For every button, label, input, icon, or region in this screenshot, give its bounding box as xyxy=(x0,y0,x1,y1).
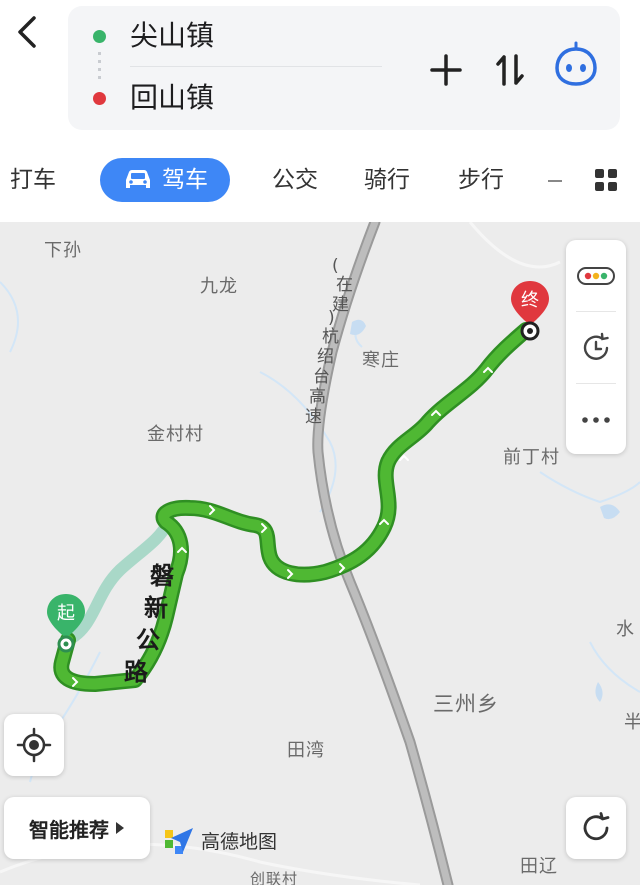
clock-icon xyxy=(583,332,609,360)
road-label-char: 路 xyxy=(124,658,148,686)
map-side-controls xyxy=(566,240,626,454)
destination-field[interactable]: 回山镇 xyxy=(130,80,214,116)
more-icon xyxy=(582,416,610,423)
tab-taxi[interactable]: 打车 xyxy=(10,162,56,198)
road-label-char: 新 xyxy=(144,594,168,622)
car-icon xyxy=(126,170,150,188)
amap-logo: 高德地图 xyxy=(163,824,277,856)
travel-mode-tabs: 打车 驾车 公交 骑行 步行 xyxy=(0,140,640,222)
divider xyxy=(130,66,382,67)
connector-dots xyxy=(98,52,101,82)
place-label: 前丁村 xyxy=(503,447,560,468)
amap-logo-text: 高德地图 xyxy=(201,830,278,853)
smart-recommend-button[interactable]: 智能推荐 xyxy=(4,797,150,859)
amap-logo-icon xyxy=(165,828,193,854)
place-label: 九龙 xyxy=(200,276,238,297)
place-label: 水 xyxy=(616,619,635,640)
refresh-icon xyxy=(583,812,610,841)
tab-drive-label: 驾车 xyxy=(162,167,208,193)
route-card: 尖山镇 回山镇 xyxy=(68,6,620,130)
place-label: 半 xyxy=(624,712,640,733)
refresh-button[interactable] xyxy=(566,797,626,859)
smart-recommend-label: 智能推荐 xyxy=(29,817,109,842)
more-tabs-hint xyxy=(548,180,562,182)
traffic-icon xyxy=(577,266,615,285)
caret-right-icon xyxy=(116,822,124,834)
add-waypoint-icon[interactable] xyxy=(424,48,468,92)
assistant-avatar-icon[interactable] xyxy=(552,40,600,88)
place-label: 三州乡 xyxy=(433,692,499,716)
place-label: 寒庄 xyxy=(362,350,400,371)
start-marker[interactable]: 起 xyxy=(45,592,87,658)
end-marker[interactable]: 终 xyxy=(509,279,551,345)
traffic-button[interactable] xyxy=(566,240,626,311)
place-label: 田辽 xyxy=(520,856,558,877)
origin-dot-icon xyxy=(93,30,106,43)
start-marker-label: 起 xyxy=(57,603,75,624)
more-options-button[interactable] xyxy=(566,384,626,455)
departure-time-button[interactable] xyxy=(566,312,626,383)
tab-drive[interactable]: 驾车 xyxy=(100,158,230,202)
back-icon[interactable] xyxy=(10,12,44,52)
locate-icon xyxy=(16,727,52,763)
place-label: 田湾 xyxy=(287,740,325,761)
end-marker-label: 终 xyxy=(521,290,539,311)
route-header: 尖山镇 回山镇 xyxy=(0,0,640,140)
tab-bus[interactable]: 公交 xyxy=(272,162,318,198)
road-label-char: 公 xyxy=(136,626,160,654)
highway-label-char: 速 xyxy=(305,407,322,427)
map-view[interactable]: 下孙 九龙 寒庄 金村村 前丁村 水 三州乡 半 田湾 田辽 创联村 ( 在 建… xyxy=(0,222,640,885)
tab-bike[interactable]: 骑行 xyxy=(364,162,410,198)
tab-walk[interactable]: 步行 xyxy=(458,162,504,198)
swap-icon[interactable] xyxy=(488,48,532,92)
grid-menu-icon[interactable] xyxy=(594,168,618,192)
destination-dot-icon xyxy=(93,92,106,105)
place-label: 创联村 xyxy=(250,870,299,885)
place-label: 下孙 xyxy=(44,240,82,261)
place-label: 金村村 xyxy=(147,424,204,445)
road-label-char: 磐 xyxy=(150,562,174,590)
origin-field[interactable]: 尖山镇 xyxy=(130,18,214,54)
locate-button[interactable] xyxy=(4,714,64,776)
